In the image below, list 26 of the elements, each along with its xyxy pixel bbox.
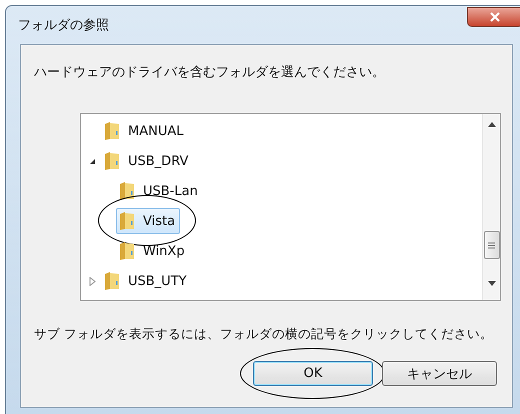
hint-text: サブ フォルダを表示するには、フォルダの横の記号をクリックしてください。 [34, 326, 494, 343]
folder-icon [104, 121, 120, 141]
tree-item[interactable]: USB_UTY [101, 268, 192, 294]
grip-icon [488, 242, 495, 248]
scrollbar[interactable] [482, 114, 500, 300]
cancel-button[interactable]: キャンセル [382, 361, 497, 386]
close-button[interactable] [467, 7, 520, 27]
tree-item[interactable]: WinXp [116, 238, 190, 264]
tree-item[interactable]: MANUAL [101, 118, 188, 144]
folder-icon [104, 151, 120, 171]
scrollbar-thumb[interactable] [484, 231, 500, 259]
tree-item[interactable]: USB-Lan [116, 178, 203, 204]
ok-button[interactable]: OK [253, 361, 373, 386]
scroll-up-icon[interactable] [488, 122, 496, 127]
folder-icon [104, 271, 120, 291]
instruction-text: ハードウェアのドライバを含むフォルダを選んでください。 [34, 64, 386, 81]
close-icon [489, 12, 501, 22]
window-title: フォルダの参照 [18, 17, 109, 34]
folder-icon [119, 241, 135, 261]
collapse-toggle-icon[interactable] [89, 158, 96, 164]
tree-item[interactable]: USB_DRV [101, 148, 194, 174]
folder-icon [119, 181, 135, 201]
tree-item[interactable]: Vista [116, 208, 180, 234]
folder-icon [119, 211, 135, 231]
scroll-down-icon[interactable] [488, 281, 496, 286]
expand-toggle-icon[interactable] [89, 276, 96, 286]
